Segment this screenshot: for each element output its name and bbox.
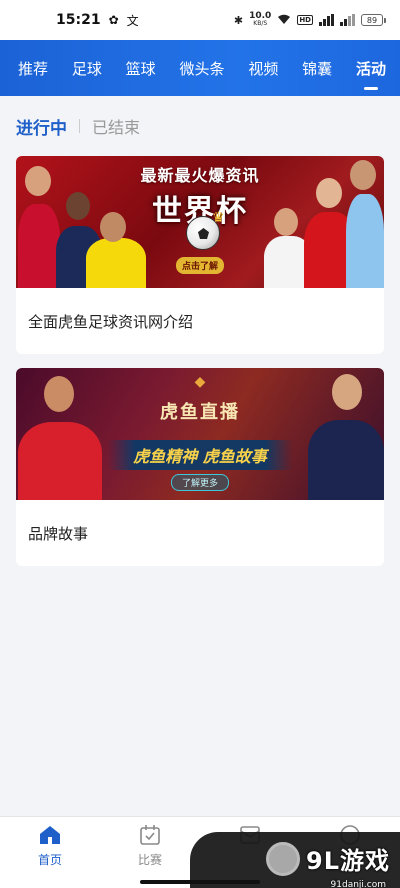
tab-recommend[interactable]: 推荐 — [18, 40, 48, 96]
wifi-icon — [277, 13, 291, 28]
tab-micro-headlines[interactable]: 微头条 — [179, 40, 224, 96]
status-left: 15:21 ✿ 文 — [56, 12, 139, 29]
activity-card[interactable]: 最新最火爆资讯 世界杯 ♛ 点击了解 全面虎鱼足球资讯网介绍 — [16, 156, 384, 354]
player-head — [316, 178, 342, 208]
crown-icon: ♛ — [212, 210, 225, 226]
bottom-nav-matches[interactable]: 比赛 — [110, 823, 190, 868]
bottom-nav-home[interactable]: 首页 — [10, 823, 90, 868]
player-head — [66, 192, 90, 220]
player-figure — [308, 420, 384, 500]
signal-icon — [319, 14, 334, 26]
card-title: 全面虎鱼足球资讯网介绍 — [28, 312, 194, 331]
bottom-nav-label: 首页 — [37, 853, 62, 867]
network-speed-unit: KB/S — [253, 20, 268, 27]
top-nav: 推荐 足球 篮球 微头条 视频 锦囊 活动 — [0, 40, 400, 96]
bottom-nav-label: 比赛 — [137, 853, 162, 867]
bluetooth-icon: ✱ — [233, 13, 244, 27]
brand-title: 虎鱼直播 — [160, 402, 240, 423]
banner-learn-more-button[interactable]: 了解更多 — [170, 474, 230, 491]
home-indicator — [140, 880, 260, 884]
battery-level: 89 — [361, 14, 383, 26]
sub-tab-ongoing[interactable]: 进行中 — [16, 114, 67, 139]
signal-2-icon — [340, 14, 355, 26]
tab-activities[interactable]: 活动 — [356, 40, 386, 96]
network-speed-value: 10.0 — [249, 11, 272, 21]
player-figure — [18, 204, 60, 288]
banner-headline: 最新最火爆资讯 — [140, 166, 260, 185]
sub-tab-divider — [79, 119, 80, 133]
brand-slogan: 虎鱼精神 虎鱼故事 — [107, 440, 293, 470]
hd-badge: HD — [297, 15, 313, 25]
player-head — [350, 160, 376, 190]
tab-tips[interactable]: 锦囊 — [302, 40, 332, 96]
brand-story-banner[interactable]: ◆ 虎鱼直播 虎鱼精神 虎鱼故事 了解更多 — [16, 368, 384, 500]
watermark-domain: 91danji.com — [330, 880, 386, 888]
watermark: 9L游戏 — [266, 841, 390, 876]
clock: 15:21 — [56, 12, 101, 28]
player-head — [274, 208, 298, 236]
app-notification-icon: ✿ — [108, 13, 119, 27]
card-title: 品牌故事 — [28, 524, 89, 543]
player-figure — [346, 194, 384, 288]
player-figure — [86, 238, 146, 288]
world-cup-banner[interactable]: 最新最火爆资讯 世界杯 ♛ 点击了解 — [16, 156, 384, 288]
banner-learn-more-button[interactable]: 点击了解 — [176, 257, 225, 274]
status-right: ✱ 10.0 KB/S HD 89 — [234, 12, 386, 28]
status-bar: 15:21 ✿ 文 ✱ 10.0 KB/S HD 89 — [0, 0, 400, 40]
sub-tab-ended[interactable]: 已结束 — [92, 114, 140, 138]
tab-video[interactable]: 视频 — [248, 40, 278, 96]
player-head — [25, 166, 51, 196]
network-speed: 10.0 KB/S — [249, 12, 271, 28]
activity-card[interactable]: ◆ 虎鱼直播 虎鱼精神 虎鱼故事 了解更多 品牌故事 — [16, 368, 384, 566]
watermark-logo-icon — [266, 841, 300, 876]
tiger-logo-icon: ◆ — [194, 374, 206, 390]
calendar-check-icon — [140, 825, 160, 845]
home-icon — [40, 826, 60, 844]
tab-basketball[interactable]: 篮球 — [126, 40, 156, 96]
player-figure — [18, 422, 102, 500]
player-head — [44, 376, 74, 412]
tab-football[interactable]: 足球 — [72, 40, 102, 96]
watermark-brand: 9L游戏 — [306, 847, 390, 875]
player-head — [100, 212, 126, 242]
player-head — [332, 374, 362, 410]
battery-icon: 89 — [361, 14, 386, 26]
sub-tabs: 进行中 已结束 — [0, 96, 400, 156]
text-notification-icon: 文 — [126, 13, 139, 28]
